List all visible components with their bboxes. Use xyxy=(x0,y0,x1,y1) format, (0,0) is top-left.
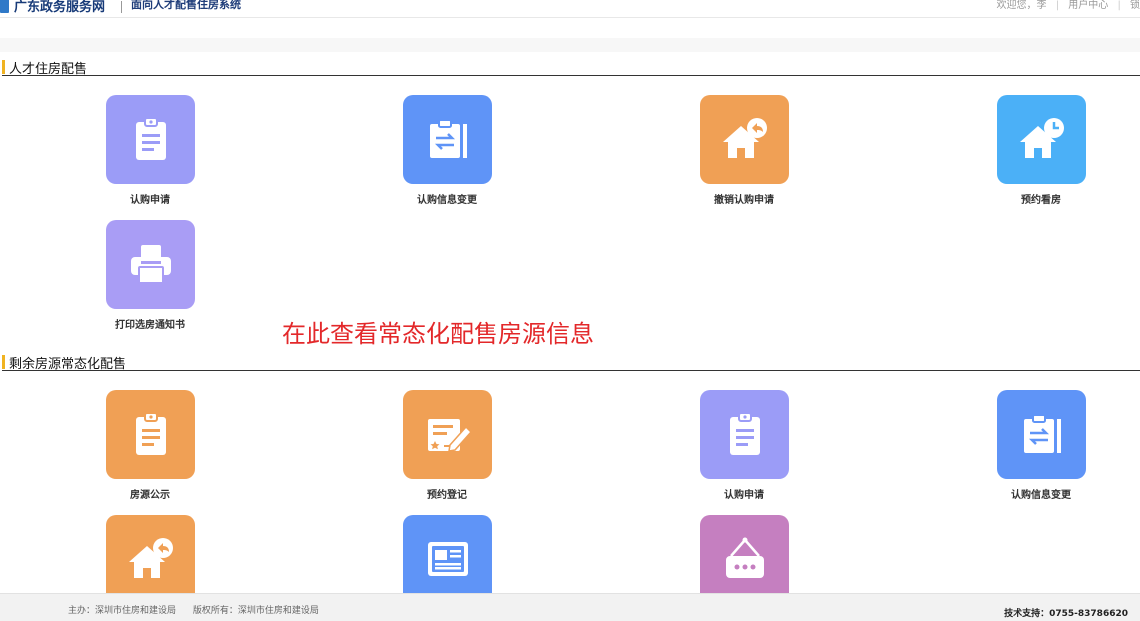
printer-icon xyxy=(106,220,195,309)
tile-subscribe-apply[interactable]: 认购申请 xyxy=(75,95,225,215)
newspaper-icon xyxy=(403,515,492,604)
section-talent-housing: 人才住房配售 xyxy=(2,58,1140,77)
section-accent-bar xyxy=(2,60,5,74)
transfer-doc-icon xyxy=(403,95,492,184)
site-logo[interactable]: 广东政务服务网 xyxy=(0,0,105,15)
tile-info-change-2[interactable]: 认购信息变更 xyxy=(966,390,1116,510)
footer-copyright: 版权所有：深圳市住房和建设局 xyxy=(192,606,319,616)
notice-text: 在此查看常态化配售房源信息 xyxy=(282,320,594,348)
tile-label: 打印选房通知书 xyxy=(115,320,185,331)
welcome-text: 欢迎您，李 xyxy=(996,0,1047,11)
footer-support: 技术支持：0755-83786620 xyxy=(1004,609,1128,619)
clipboard-icon xyxy=(700,390,789,479)
tile-label: 认购信息变更 xyxy=(417,195,477,206)
house-undo-icon xyxy=(700,95,789,184)
tile-listing-publicity[interactable]: 房源公示 xyxy=(75,390,225,510)
tile-cancel-apply[interactable]: 撤销认购申请 xyxy=(669,95,819,215)
system-name: 面向人才配售住房系统 xyxy=(131,0,241,11)
header-divider xyxy=(121,1,122,13)
user-center-link[interactable]: 用户中心 xyxy=(1068,0,1108,11)
tile-label: 预约登记 xyxy=(427,490,467,501)
house-undo-icon xyxy=(106,515,195,604)
tile-label: 认购信息变更 xyxy=(1011,490,1071,501)
footer-host: 主办：深圳市住房和建设局 xyxy=(68,606,177,616)
tile-book-viewing[interactable]: 预约看房 xyxy=(966,95,1116,215)
clipboard-icon xyxy=(106,390,195,479)
footer: 主办：深圳市住房和建设局 版权所有：深圳市住房和建设局 技术支持：0755-83… xyxy=(0,593,1140,621)
hanging-sign-icon xyxy=(700,515,789,604)
site-name: 广东政务服务网 xyxy=(14,0,106,15)
transfer-doc-icon xyxy=(997,390,1086,479)
clipboard-icon xyxy=(106,95,195,184)
footer-info: 主办：深圳市住房和建设局 版权所有：深圳市住房和建设局 xyxy=(68,603,333,616)
extra-link[interactable]: 锁 xyxy=(1130,0,1140,11)
form-pen-icon xyxy=(403,390,492,479)
tile-label: 撤销认购申请 xyxy=(714,195,774,206)
user-area: 欢迎您，李 | 用户中心 | 锁 xyxy=(996,0,1140,11)
tile-label: 认购申请 xyxy=(130,195,170,206)
section-remaining-housing: 剩余房源常态化配售 xyxy=(2,353,1140,372)
section-accent-bar xyxy=(2,355,5,369)
tile-print-notice[interactable]: 打印选房通知书 xyxy=(75,220,225,340)
section-title: 剩余房源常态化配售 xyxy=(9,357,127,372)
house-clock-icon xyxy=(997,95,1086,184)
top-header: 广东政务服务网 面向人才配售住房系统 欢迎您，李 | 用户中心 | 锁 xyxy=(0,0,1140,18)
section-title: 人才住房配售 xyxy=(9,62,88,77)
tile-label: 预约看房 xyxy=(1021,195,1061,206)
tile-label: 房源公示 xyxy=(130,490,170,501)
header-band xyxy=(0,38,1140,52)
tile-info-change[interactable]: 认购信息变更 xyxy=(372,95,522,215)
tile-reservation-register[interactable]: 预约登记 xyxy=(372,390,522,510)
tile-label: 认购申请 xyxy=(724,490,764,501)
tile-subscribe-apply-2[interactable]: 认购申请 xyxy=(669,390,819,510)
logo-icon xyxy=(0,0,9,13)
